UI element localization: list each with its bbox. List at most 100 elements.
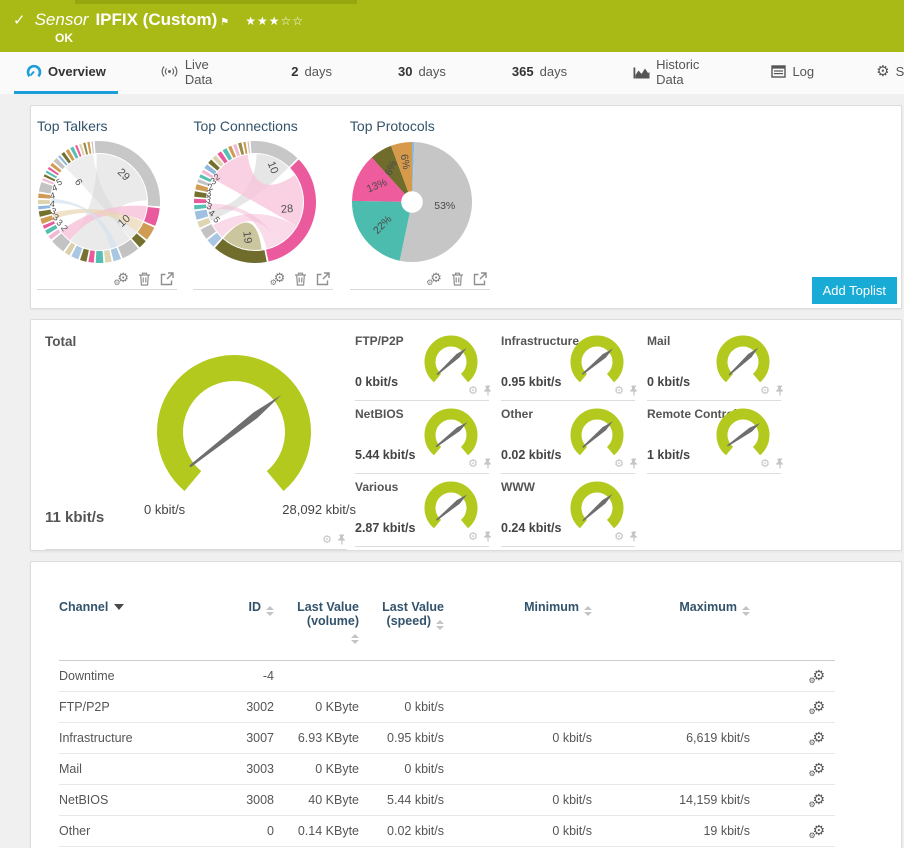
open-toplist-icon[interactable] [160, 271, 174, 286]
gauge-settings-icon[interactable]: ⚙ [614, 458, 624, 469]
sort-icon [351, 634, 359, 644]
sort-icon [742, 606, 750, 616]
channel-settings-icon[interactable]: ⚙ ⚙ [808, 731, 825, 747]
pin-icon[interactable] [629, 385, 639, 396]
gauge-min-label: 0 kbit/s [144, 502, 186, 517]
divider [193, 289, 334, 290]
total-gauge-block: Total 0 kbit/s 28,092 kbit/s 11 kbit/s ⚙ [31, 320, 356, 550]
channel-gauge [424, 481, 478, 529]
sort-icon [436, 620, 444, 630]
channel-settings-icon[interactable]: ⚙ ⚙ [808, 700, 825, 716]
gauge-settings-icon[interactable]: ⚙ [468, 458, 478, 469]
channel-name: NetBIOS [59, 784, 219, 816]
pin-icon[interactable] [483, 385, 493, 396]
channel-label: Total [45, 334, 77, 349]
channel-gauge [424, 335, 478, 383]
gauge-max-label: 28,092 kbit/s [282, 502, 356, 517]
sensor-type-label: Sensor [34, 10, 89, 29]
toplist-top-talkers: Top Talkers 29 10 6 2 3 3 3 4 4 4 5 ⚙ ⚙ [37, 118, 177, 290]
pin-icon[interactable] [483, 531, 493, 542]
tab-bar: Overview Live Data 2 days 30 days 365 da… [0, 52, 904, 94]
channels-table: Channel ID Last Value (volume) Last Value… [59, 600, 835, 847]
toplist-settings-icon[interactable]: ⚙ ⚙ [426, 272, 442, 287]
tab-30-days[interactable]: 30 days [386, 52, 458, 94]
delete-toplist-icon[interactable] [294, 272, 307, 286]
channel-settings-icon[interactable]: ⚙ ⚙ [808, 824, 825, 840]
table-row-mail: Mail 3003 0 KByte 0 kbit/s ⚙ ⚙ [59, 753, 835, 785]
status-check-icon: ✓ [13, 11, 26, 29]
col-header-minimum[interactable]: Minimum [444, 600, 592, 661]
tab-log[interactable]: Log [759, 52, 826, 94]
channel-name: Other [59, 815, 219, 847]
gauges-panel: Total 0 kbit/s 28,092 kbit/s 11 kbit/s ⚙… [30, 319, 902, 551]
toplist-settings-icon[interactable]: ⚙ ⚙ [113, 272, 129, 287]
divider [37, 289, 177, 290]
gauge-settings-icon[interactable]: ⚙ [760, 385, 770, 396]
pin-icon[interactable] [629, 458, 639, 469]
delete-toplist-icon[interactable] [451, 272, 464, 286]
channel-name: FTP/P2P [59, 691, 219, 723]
channel-settings-icon[interactable]: ⚙ ⚙ [808, 762, 825, 778]
channel-gauge [570, 335, 624, 383]
open-toplist-icon[interactable] [316, 271, 331, 286]
tab-overview[interactable]: Overview [14, 52, 118, 94]
flag-icon[interactable]: ⚑ [220, 17, 229, 28]
top-talkers-chord-chart[interactable]: 2910623334445 [37, 140, 161, 264]
table-row-downtime: Downtime -4 ⚙ ⚙ [59, 660, 835, 692]
tab-settings[interactable]: ⚙ Settings [864, 52, 904, 94]
gauge-cell-various: Various 2.87 kbit/s ⚙ [353, 474, 499, 547]
live-signal-icon [161, 66, 178, 77]
toplist-top-protocols: Top Protocols 53% 22% 13% 6% 6% ⚙ ⚙ [349, 118, 490, 290]
gauge-settings-icon[interactable]: ⚙ [322, 534, 332, 545]
col-header-channel[interactable]: Channel [59, 600, 219, 661]
col-header-id[interactable]: ID [219, 600, 274, 661]
tab-365-days[interactable]: 365 days [500, 52, 579, 94]
page-content: Top Talkers 29 10 6 2 3 3 3 4 4 4 5 ⚙ ⚙ Top Connect… [0, 94, 904, 848]
channels-table-panel: Channel ID Last Value (volume) Last Value… [30, 561, 902, 848]
gauge-settings-icon[interactable]: ⚙ [468, 385, 478, 396]
col-header-maximum[interactable]: Maximum [592, 600, 750, 661]
gauge-cell-other: Other 0.02 kbit/s ⚙ [499, 401, 645, 474]
toplists-panel: Top Talkers 29 10 6 2 3 3 3 4 4 4 5 ⚙ ⚙ Top Connect… [30, 105, 902, 309]
delete-toplist-icon[interactable] [138, 272, 151, 286]
channel-settings-icon[interactable]: ⚙ ⚙ [808, 793, 825, 809]
priority-stars[interactable]: ★★★☆☆ [245, 14, 304, 28]
toplist-top-connections: Top Connections 10 28 19 5 4 3 3 3 2 3 2 ⚙ ⚙ [193, 118, 334, 290]
gauge-settings-icon[interactable]: ⚙ [468, 531, 478, 542]
log-icon [771, 65, 787, 78]
gauge-settings-icon[interactable]: ⚙ [614, 531, 624, 542]
table-row-other: Other 0 0.14 KByte 0.02 kbit/s 0 kbit/s … [59, 815, 835, 847]
add-toplist-button[interactable]: Add Toplist [811, 277, 897, 304]
divider [501, 546, 635, 547]
table-row-infrastructure: Infrastructure 3007 6.93 KByte 0.95 kbit… [59, 722, 835, 754]
pin-icon[interactable] [483, 458, 493, 469]
pin-icon[interactable] [337, 534, 347, 545]
gauge-settings-icon[interactable]: ⚙ [760, 458, 770, 469]
gauge-cell-ftp-p2p: FTP/P2P 0 kbit/s ⚙ [353, 328, 499, 401]
divider [349, 289, 490, 290]
gauge-cell-infrastructure: Infrastructure 0.95 kbit/s ⚙ [499, 328, 645, 401]
status-badge: OK [55, 31, 73, 45]
top-connections-chord-chart[interactable]: 10281954333232 [193, 140, 317, 264]
top-protocols-pie-chart[interactable]: 53%22%13%6%6% [350, 140, 474, 264]
sensor-name: IPFIX (Custom) [95, 10, 218, 29]
channel-settings-icon[interactable]: ⚙ ⚙ [808, 669, 825, 685]
tab-live-data[interactable]: Live Data [148, 52, 224, 94]
col-header-last-value-volume[interactable]: Last Value (volume) [274, 600, 359, 661]
pin-icon[interactable] [775, 458, 785, 469]
pin-icon[interactable] [775, 385, 785, 396]
open-toplist-icon[interactable] [473, 271, 487, 286]
tab-2-days[interactable]: 2 days [279, 52, 344, 94]
col-header-last-value-speed[interactable]: Last Value (speed) [359, 600, 444, 661]
toplist-settings-icon[interactable]: ⚙ ⚙ [270, 272, 286, 287]
total-gauge [157, 355, 311, 491]
channel-name: Infrastructure [59, 722, 219, 754]
sort-icon [584, 606, 592, 616]
gauge-settings-icon[interactable]: ⚙ [614, 385, 624, 396]
svg-text:6: 6 [72, 177, 84, 188]
col-header-actions [750, 600, 835, 661]
table-row-netbios: NetBIOS 3008 40 KByte 5.44 kbit/s 0 kbit… [59, 784, 835, 816]
pin-icon[interactable] [629, 531, 639, 542]
tab-historic-data[interactable]: Historic Data [621, 52, 711, 94]
channel-gauge [716, 335, 770, 383]
